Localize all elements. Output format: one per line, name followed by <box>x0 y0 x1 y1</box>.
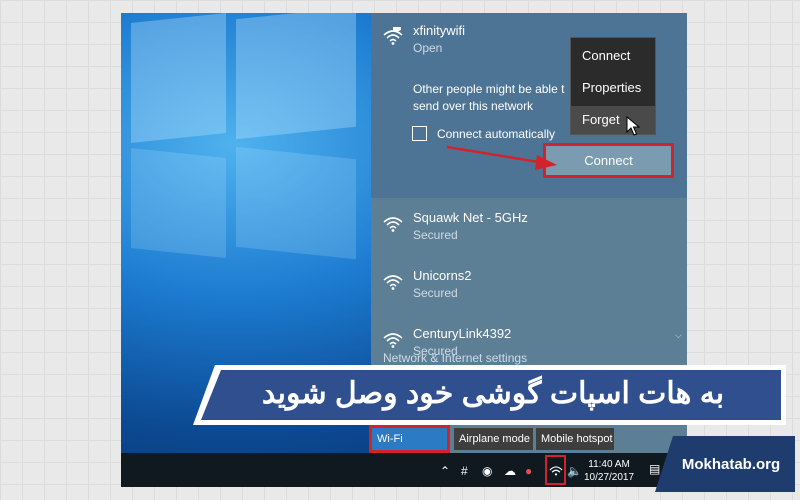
network-status: Secured <box>413 286 458 300</box>
network-name: Unicorns2 <box>413 268 472 283</box>
wallpaper-light-pane <box>236 146 356 260</box>
network-status: Secured <box>413 228 458 242</box>
wifi-signal-icon <box>383 275 403 290</box>
quick-action-wifi[interactable]: Wi-Fi <box>372 428 447 450</box>
taskbar-clock[interactable]: 11:40 AM 10/27/2017 <box>584 458 634 484</box>
wallpaper-light-pane <box>236 13 356 140</box>
quick-action-airplane-mode[interactable]: Airplane mode <box>454 428 533 450</box>
connect-automatically-label: Connect automatically <box>437 127 556 141</box>
instruction-banner: به هات اسپات گوشی خود وصل شوید <box>261 377 725 410</box>
clock-date: 10/27/2017 <box>584 472 635 483</box>
hash-app-icon[interactable]: # <box>461 464 468 478</box>
connect-automatically-checkbox[interactable] <box>412 126 427 141</box>
wifi-signal-icon <box>383 333 403 348</box>
network-name: xfinitywifi <box>413 23 466 38</box>
wifi-signal-icon <box>383 217 403 232</box>
menu-item-connect[interactable]: Connect <box>571 42 655 70</box>
wallpaper-light-pane <box>131 148 226 258</box>
browser-icon[interactable]: ● <box>525 464 532 478</box>
steam-icon[interactable]: ◉ <box>482 464 492 478</box>
wallpaper-light-pane <box>131 13 226 143</box>
wifi-signal-icon <box>549 466 563 476</box>
scroll-down-icon[interactable]: ⌵ <box>675 330 682 341</box>
network-name: Squawk Net - 5GHz <box>413 210 528 225</box>
menu-item-properties[interactable]: Properties <box>571 74 655 102</box>
network-name: CenturyLink4392 <box>413 326 512 341</box>
network-status: Open <box>413 41 443 55</box>
clock-time: 11:40 AM <box>588 459 630 470</box>
quick-action-mobile-hotspot[interactable]: Mobile hotspot <box>536 428 614 450</box>
cloud-icon[interactable]: ☁ <box>504 464 516 478</box>
context-menu: Connect Properties Forget <box>570 37 656 135</box>
connect-button[interactable]: Connect <box>546 146 671 175</box>
brand-watermark: Mokhatab.org <box>681 456 781 473</box>
pointer-arrow-icon <box>446 145 557 170</box>
show-hidden-icons-chevron-icon[interactable]: ⌃ <box>440 464 450 478</box>
open-network-warning: Other people might be able t send over t… <box>413 82 565 113</box>
menu-item-forget[interactable]: Forget <box>571 106 655 134</box>
network-tray-icon[interactable] <box>547 457 564 483</box>
volume-icon[interactable]: 🔈 <box>567 464 582 478</box>
network-settings-link[interactable]: Network & Internet settings <box>383 351 527 365</box>
mouse-cursor-icon <box>626 116 640 136</box>
wifi-shield-icon <box>383 27 403 45</box>
